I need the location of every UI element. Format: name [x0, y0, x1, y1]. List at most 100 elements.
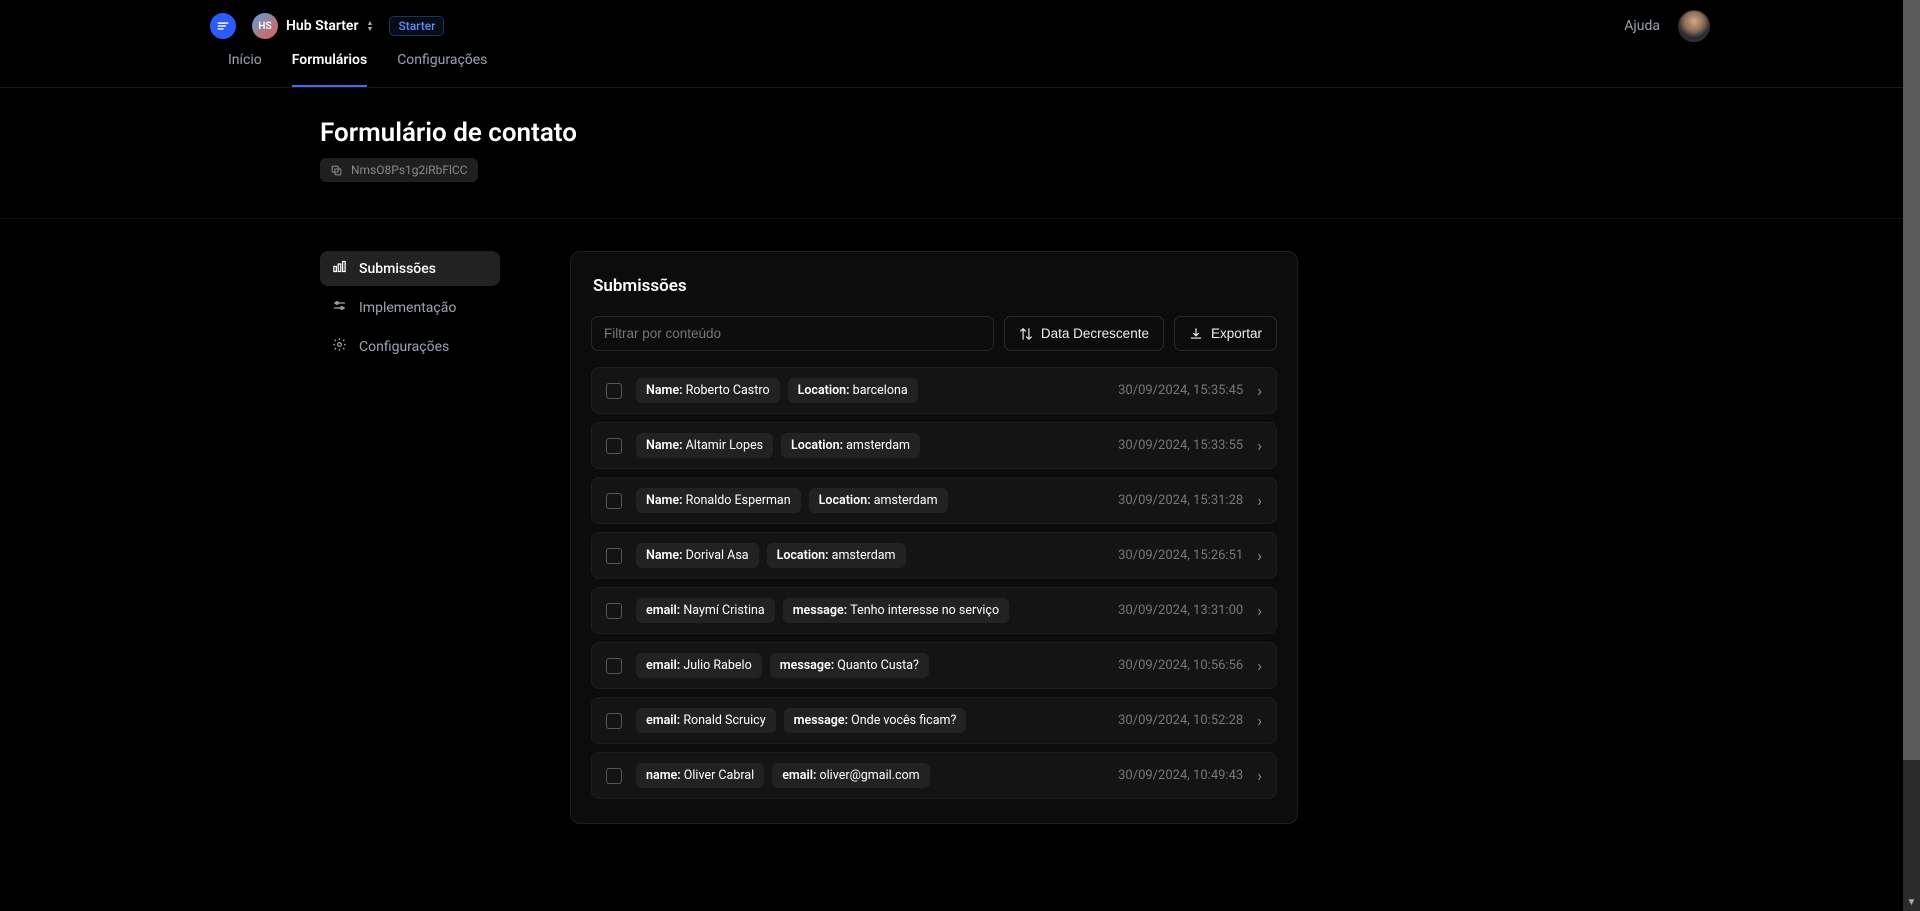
nav-tabs: Início Formulários Configurações	[0, 52, 1920, 88]
scrollbar-thumb[interactable]	[1903, 0, 1920, 760]
download-icon	[1189, 327, 1203, 341]
row-tags: name: Oliver Cabral email: oliver@gmail.c…	[636, 763, 1104, 788]
sort-button[interactable]: Data Decrescente	[1004, 316, 1164, 351]
row-timestamp: 30/09/2024, 15:31:28	[1118, 493, 1243, 508]
field-tag: email: Naymí Cristina	[636, 598, 775, 623]
field-key: Name:	[646, 383, 686, 398]
nav-tab-configuracoes[interactable]: Configurações	[397, 52, 487, 87]
chevron-right-icon: ›	[1257, 766, 1262, 785]
submission-row[interactable]: email: Naymí Cristina message: Tenho inte…	[591, 587, 1277, 634]
field-key: Name:	[646, 493, 686, 508]
submission-row[interactable]: Name: Altamir Lopes Location: amsterdam 30…	[591, 422, 1277, 469]
row-tags: Name: Dorival Asa Location: amsterdam	[636, 543, 1104, 568]
workspace-badge: HS	[252, 13, 278, 39]
page-title: Formulário de contato	[320, 118, 1920, 148]
field-tag: email: Ronald Scruicy	[636, 708, 776, 733]
field-tag: Name: Roberto Castro	[636, 378, 780, 403]
row-checkbox[interactable]	[606, 658, 622, 674]
field-tag: name: Oliver Cabral	[636, 763, 764, 788]
field-key: Name:	[646, 438, 686, 453]
field-key: message:	[793, 603, 851, 618]
sidebar: Submissões Implementação Configurações	[320, 251, 500, 824]
export-label: Exportar	[1211, 326, 1262, 341]
panel-title: Submissões	[591, 276, 1277, 296]
field-tag: Location: amsterdam	[781, 433, 920, 458]
sort-label: Data Decrescente	[1041, 326, 1149, 341]
field-key: Location:	[791, 438, 846, 453]
submission-row[interactable]: name: Oliver Cabral email: oliver@gmail.c…	[591, 752, 1277, 799]
row-timestamp: 30/09/2024, 10:56:56	[1118, 658, 1243, 673]
user-avatar[interactable]	[1678, 10, 1710, 42]
submission-row[interactable]: Name: Roberto CastroLocation: barcelona3…	[591, 367, 1277, 414]
row-checkbox[interactable]	[606, 383, 622, 399]
field-value: Oliver Cabral	[684, 768, 754, 783]
field-value: amsterdam	[874, 493, 938, 508]
field-value: Julio Rabelo	[683, 658, 751, 673]
form-id-chip[interactable]: NmsO8Ps1g2iRbFlCC	[320, 158, 478, 182]
plan-badge: Starter	[389, 16, 444, 36]
field-value: Onde vocês ficam?	[851, 713, 956, 728]
row-timestamp: 30/09/2024, 10:49:43	[1118, 768, 1243, 783]
row-checkbox[interactable]	[606, 713, 622, 729]
field-value: Roberto Castro	[686, 383, 770, 398]
chevron-right-icon: ›	[1257, 381, 1262, 400]
copy-icon	[330, 164, 343, 177]
field-key: email:	[782, 768, 819, 783]
row-checkbox[interactable]	[606, 438, 622, 454]
sliders-icon	[332, 298, 347, 317]
sidebar-item-configuracoes[interactable]: Configurações	[320, 329, 500, 364]
export-button[interactable]: Exportar	[1174, 316, 1277, 351]
field-key: Location:	[777, 548, 832, 563]
chevron-right-icon: ›	[1257, 656, 1262, 675]
field-key: email:	[646, 658, 683, 673]
app-logo[interactable]	[210, 13, 236, 39]
sidebar-item-label: Configurações	[359, 339, 449, 355]
field-value: Tenho interesse no serviço	[850, 603, 999, 618]
field-tag: email: oliver@gmail.com	[772, 763, 929, 788]
nav-tab-inicio[interactable]: Início	[228, 52, 262, 87]
submission-row[interactable]: email: Ronald Scruicy message: Onde vocês…	[591, 697, 1277, 744]
chevron-right-icon: ›	[1257, 711, 1262, 730]
scrollbar-down-button[interactable]: ▼	[1903, 894, 1920, 911]
submission-row[interactable]: Name: Dorival AsaLocation: amsterdam30/0…	[591, 532, 1277, 579]
arrows-up-down-icon	[1019, 327, 1033, 341]
chevron-right-icon: ›	[1257, 601, 1262, 620]
row-checkbox[interactable]	[606, 493, 622, 509]
nav-tab-formularios[interactable]: Formulários	[292, 52, 367, 87]
field-tag: Name: Dorival Asa	[636, 543, 759, 568]
help-link[interactable]: Ajuda	[1624, 18, 1660, 34]
row-tags: Name: Altamir Lopes Location: amsterdam	[636, 433, 1104, 458]
row-tags: email: Naymí Cristina message: Tenho inte…	[636, 598, 1104, 623]
field-value: Altamir Lopes	[686, 438, 763, 453]
sidebar-item-label: Implementação	[359, 300, 456, 316]
field-value: amsterdam	[832, 548, 896, 563]
field-tag: Name: Altamir Lopes	[636, 433, 773, 458]
chart-icon	[332, 259, 347, 278]
field-tag: Location: amsterdam	[809, 488, 948, 513]
chevron-right-icon: ›	[1257, 436, 1262, 455]
submission-row[interactable]: Name: Ronaldo Esperman Location: amsterda…	[591, 477, 1277, 524]
field-key: name:	[646, 768, 684, 783]
field-tag: message: Quanto Custa?	[770, 653, 929, 678]
field-tag: email: Julio Rabelo	[636, 653, 762, 678]
submission-row[interactable]: email: Julio Rabelo message: Quanto Custa…	[591, 642, 1277, 689]
submissions-panel: Submissões Data Decrescente Exportar Nam…	[570, 251, 1298, 824]
row-checkbox[interactable]	[606, 548, 622, 564]
sidebar-item-implementacao[interactable]: Implementação	[320, 290, 500, 325]
field-key: Name:	[646, 548, 686, 563]
filter-input[interactable]	[591, 316, 994, 351]
field-tag: Location: barcelona	[788, 378, 918, 403]
field-value: oliver@gmail.com	[820, 768, 920, 783]
chevron-right-icon: ›	[1257, 491, 1262, 510]
row-checkbox[interactable]	[606, 768, 622, 784]
field-key: message:	[794, 713, 852, 728]
field-value: Quanto Custa?	[837, 658, 919, 673]
row-tags: Name: Roberto Castro Location: barcelona	[636, 378, 1104, 403]
field-key: Location:	[798, 383, 853, 398]
row-timestamp: 30/09/2024, 15:33:55	[1118, 438, 1243, 453]
field-value: Ronaldo Esperman	[686, 493, 791, 508]
row-checkbox[interactable]	[606, 603, 622, 619]
scrollbar[interactable]: ▼	[1903, 0, 1920, 911]
workspace-switcher[interactable]: HS Hub Starter ▲▼	[252, 13, 373, 39]
sidebar-item-submissoes[interactable]: Submissões	[320, 251, 500, 286]
